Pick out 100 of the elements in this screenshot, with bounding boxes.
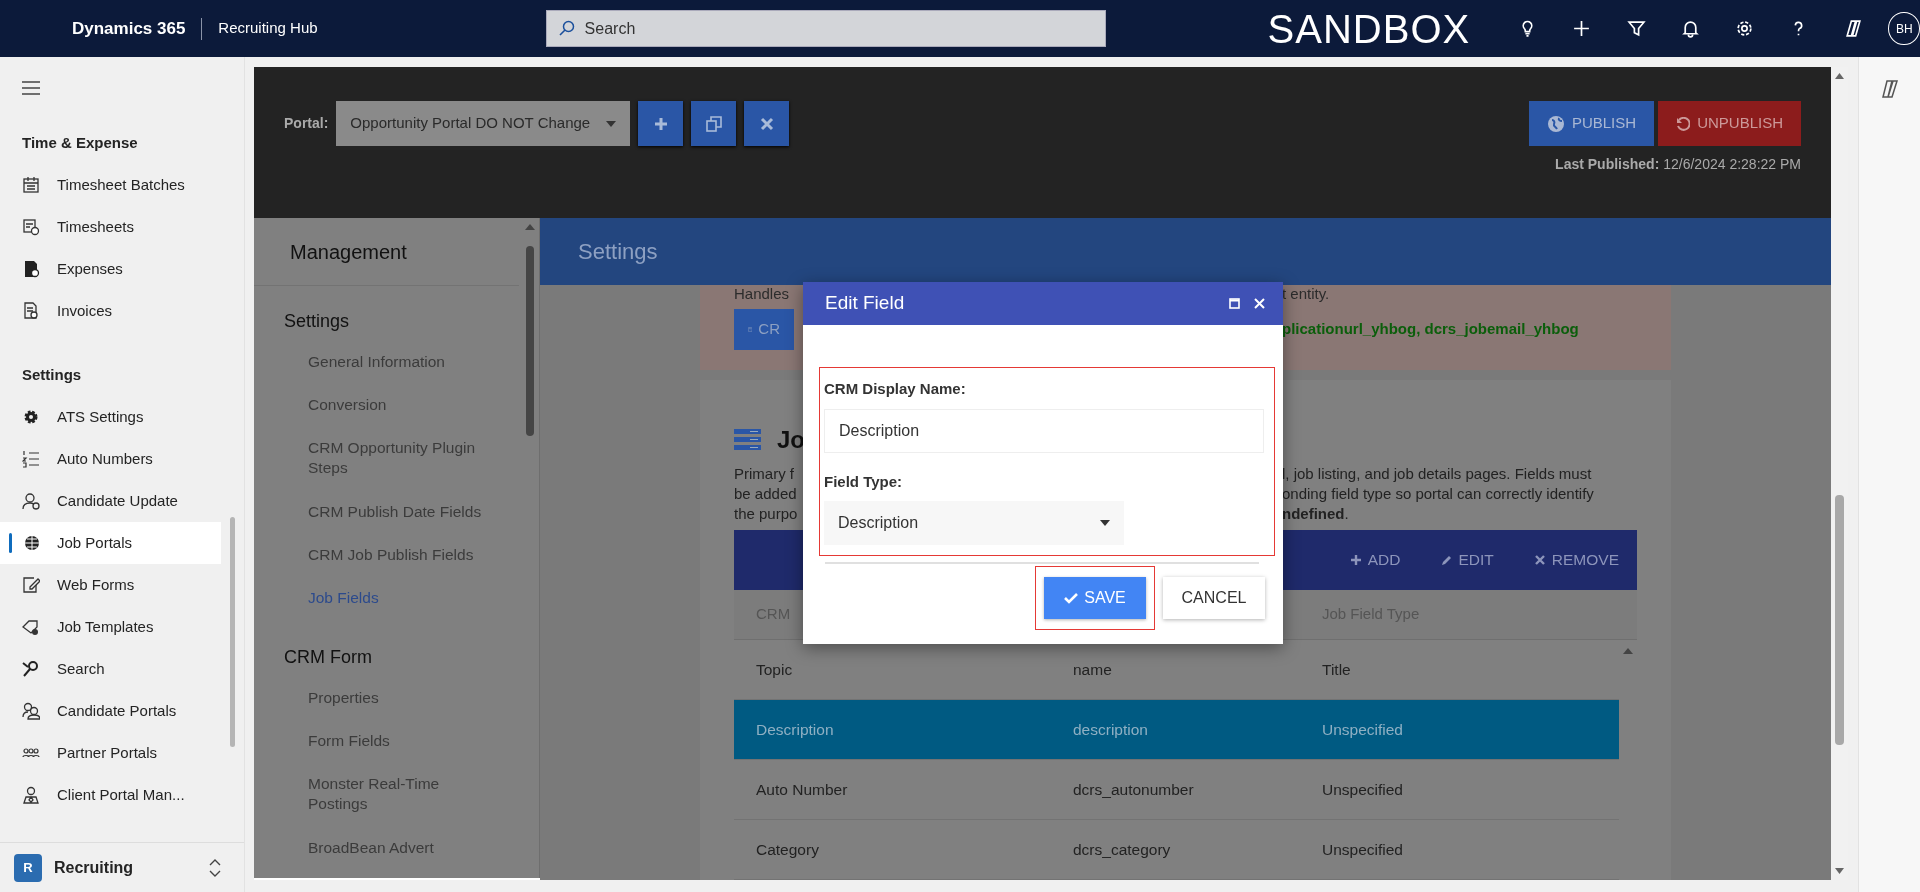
sidebar-heading: Settings bbox=[21, 364, 83, 385]
environment-label: SANDBOX bbox=[1267, 5, 1471, 53]
document-icon bbox=[22, 302, 40, 320]
last-published-text: Last Published: 12/6/2024 2:28:22 PM bbox=[1555, 155, 1801, 174]
receipt-icon bbox=[22, 260, 40, 278]
section-title: Settings bbox=[540, 218, 1831, 285]
add-button[interactable] bbox=[638, 101, 684, 146]
nav-link[interactable]: Conversion bbox=[254, 384, 499, 428]
scrollbar-thumb[interactable] bbox=[230, 517, 235, 747]
add-button[interactable]: ADD bbox=[1349, 548, 1401, 572]
calendar-icon bbox=[22, 176, 40, 194]
description-text: the purpo bbox=[734, 504, 798, 524]
pencil-icon bbox=[1440, 554, 1453, 566]
portal-dropdown[interactable]: Opportunity Portal DO NOT Change bbox=[336, 101, 631, 146]
delete-icon bbox=[1533, 554, 1546, 566]
menu-icon[interactable] bbox=[22, 81, 40, 95]
cancel-button[interactable]: CANCEL bbox=[1163, 577, 1265, 619]
scroll-up-icon[interactable] bbox=[1623, 648, 1633, 654]
undo-icon bbox=[1676, 116, 1691, 131]
sidebar-item[interactable]: Web Forms bbox=[0, 564, 221, 606]
table-row[interactable]: Description description Unspecified bbox=[734, 700, 1619, 760]
remove-button[interactable]: REMOVE bbox=[1533, 548, 1619, 572]
scrollbar-thumb[interactable] bbox=[1835, 495, 1844, 745]
avatar[interactable]: BH bbox=[1888, 12, 1920, 45]
sidebar-item[interactable]: Job Templates bbox=[0, 606, 221, 648]
nav-link[interactable]: CRM Publish Date Fields bbox=[254, 490, 499, 534]
copilot-icon[interactable] bbox=[1879, 79, 1900, 99]
table-row[interactable]: Auto Number dcrs_autonumber Unspecified bbox=[734, 760, 1619, 820]
edit-document-icon bbox=[22, 576, 40, 594]
field-label: CRM Display Name: bbox=[824, 379, 967, 399]
copilot-icon[interactable] bbox=[1843, 19, 1863, 38]
app-name: Dynamics 365 bbox=[72, 17, 186, 40]
section-heading: CRM Form bbox=[283, 646, 373, 669]
description-text: onding field type so portal can correctly identify bbox=[1282, 484, 1594, 504]
sidebar-item[interactable]: Invoices bbox=[0, 290, 221, 332]
filter-icon[interactable] bbox=[1626, 19, 1646, 38]
globe-icon bbox=[1546, 114, 1565, 133]
delete-button[interactable] bbox=[744, 101, 790, 146]
sidebar-item[interactable]: Timesheets bbox=[0, 206, 221, 248]
description-text: Primary f bbox=[734, 464, 794, 484]
panel-title: Management bbox=[254, 218, 519, 286]
nav-link[interactable]: CRM Job Publish Fields bbox=[254, 533, 499, 577]
field-list-text: plicationurl_yhbog, dcrs_jobemail_yhbog bbox=[1282, 319, 1580, 340]
add-icon bbox=[652, 115, 669, 132]
sidebar-item[interactable]: Candidate Portals bbox=[0, 690, 221, 732]
copy-icon bbox=[705, 115, 722, 132]
copy-button[interactable] bbox=[691, 101, 737, 146]
area-name: Recruiting Hub bbox=[218, 18, 318, 39]
person-badge-icon bbox=[22, 786, 40, 804]
dialog-title: Edit Field bbox=[825, 291, 906, 316]
notice-text: Handles bbox=[734, 285, 790, 303]
gear-icon bbox=[22, 408, 40, 426]
section-title: Jo bbox=[777, 425, 805, 455]
scroll-up-icon[interactable] bbox=[1835, 73, 1844, 79]
save-button[interactable]: SAVE bbox=[1044, 577, 1146, 619]
sidebar-item[interactable]: Expenses bbox=[0, 248, 221, 290]
nav-link[interactable]: General Information bbox=[254, 341, 499, 385]
sidebar-item[interactable]: Search bbox=[0, 648, 221, 690]
tag-icon bbox=[22, 618, 40, 636]
delete-icon bbox=[758, 115, 775, 132]
section-heading: Settings bbox=[283, 310, 351, 333]
dropdown-arrow-icon bbox=[606, 120, 617, 127]
sidebar-item[interactable]: ATS Settings bbox=[0, 396, 221, 438]
table-row[interactable]: Category dcrs_category Unspecified bbox=[734, 820, 1619, 880]
description-text: l, job listing, and job details pages. Fields must bbox=[1282, 464, 1592, 484]
unpublish-button[interactable]: UNPUBLISH bbox=[1658, 101, 1801, 146]
maximize-icon[interactable] bbox=[1229, 298, 1240, 309]
create-button[interactable]: CR bbox=[734, 309, 794, 350]
edit-button[interactable]: EDIT bbox=[1440, 548, 1494, 572]
search-icon bbox=[22, 660, 40, 678]
publish-button[interactable]: PUBLISH bbox=[1528, 101, 1655, 146]
nav-link[interactable]: Properties bbox=[254, 677, 499, 721]
person-icon bbox=[22, 492, 40, 510]
sidebar-item[interactable]: Timesheet Batches bbox=[0, 164, 221, 206]
search-field[interactable]: Search bbox=[545, 10, 1106, 47]
sidebar-item[interactable]: Job Portals bbox=[0, 522, 221, 564]
sidebar-item[interactable]: Client Portal Man... bbox=[0, 774, 221, 816]
dropdown-arrow-icon bbox=[1100, 520, 1110, 526]
settings-icon[interactable] bbox=[1735, 19, 1755, 38]
nav-link[interactable]: Form Fields bbox=[254, 720, 499, 764]
scroll-down-icon[interactable] bbox=[1835, 868, 1844, 874]
scrollbar-thumb[interactable] bbox=[526, 246, 534, 436]
field-label: Field Type: bbox=[824, 471, 904, 492]
list-icon bbox=[734, 429, 761, 451]
text-input[interactable]: Description bbox=[824, 408, 1264, 453]
sidebar-heading: Time & Expense bbox=[21, 132, 139, 153]
add-icon[interactable] bbox=[1572, 19, 1592, 38]
nav-link[interactable]: CRM Opportunity Plugin Steps bbox=[254, 427, 499, 491]
checkmark-icon bbox=[1064, 592, 1079, 604]
sidebar-item[interactable]: Partner Portals bbox=[0, 732, 221, 774]
select-field[interactable]: Description bbox=[824, 501, 1124, 545]
nav-link[interactable]: Monster Real-Time Postings bbox=[254, 763, 499, 827]
scroll-up-icon[interactable] bbox=[525, 224, 535, 230]
bell-icon[interactable] bbox=[1680, 19, 1700, 38]
nav-link[interactable]: BroadBean Advert bbox=[254, 826, 499, 870]
sidebar-item[interactable]: Candidate Update bbox=[0, 480, 221, 522]
sidebar-item[interactable]: Auto Numbers bbox=[0, 438, 221, 480]
close-icon[interactable] bbox=[1254, 298, 1265, 309]
timesheet-icon bbox=[22, 218, 40, 236]
add-icon bbox=[1349, 554, 1362, 566]
